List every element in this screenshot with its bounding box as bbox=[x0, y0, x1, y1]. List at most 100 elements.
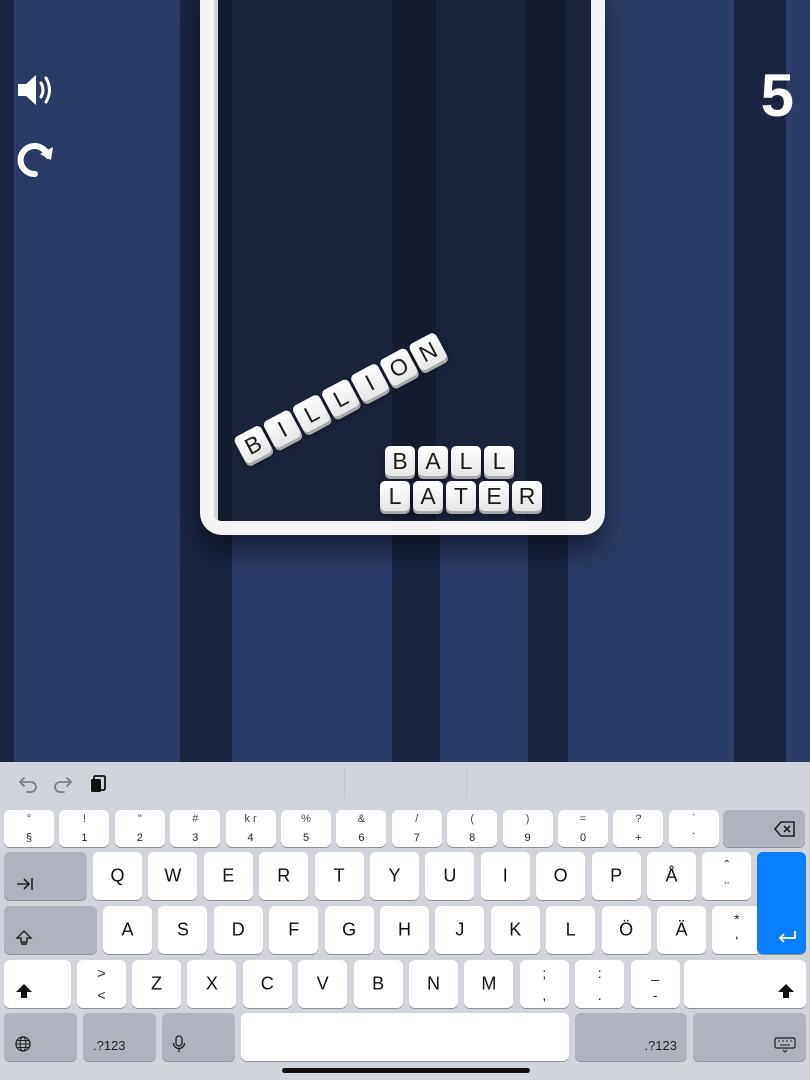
backspace-key[interactable] bbox=[723, 810, 805, 847]
key-label: I bbox=[502, 865, 508, 886]
redo-icon[interactable] bbox=[52, 772, 74, 794]
letter-key[interactable]: W bbox=[148, 852, 198, 900]
numbers-switch-label: .?123 bbox=[644, 1038, 677, 1053]
number-key[interactable]: (8 bbox=[447, 810, 498, 847]
key-label: & bbox=[357, 813, 366, 825]
key-label: J bbox=[455, 919, 465, 940]
hide-keyboard-key[interactable] bbox=[693, 1013, 806, 1061]
key-label: M bbox=[481, 973, 497, 994]
letter-key[interactable]: M bbox=[464, 960, 514, 1008]
letter-key[interactable]: G bbox=[324, 906, 374, 954]
keyboard-toolbar bbox=[0, 762, 810, 804]
key-label: 2 bbox=[136, 832, 143, 844]
key-label: B bbox=[372, 973, 385, 994]
key-label: Y bbox=[388, 865, 401, 886]
letter-key[interactable]: F bbox=[269, 906, 319, 954]
number-key[interactable]: ` ´ bbox=[668, 810, 719, 847]
key-label: Å bbox=[665, 865, 678, 886]
letter-key[interactable]: Q bbox=[93, 852, 142, 900]
clipboard-icon[interactable] bbox=[88, 772, 110, 794]
key-label: + bbox=[635, 832, 642, 844]
container-stripe bbox=[218, 0, 232, 521]
letter-key[interactable]: E bbox=[203, 852, 253, 900]
letter-key[interactable]: H bbox=[380, 906, 429, 954]
number-key[interactable]: ? + bbox=[613, 810, 664, 847]
undo-icon[interactable] bbox=[17, 772, 39, 794]
letter-key[interactable]: P bbox=[591, 852, 641, 900]
on-screen-keyboard: ° §! 1 " 2 #3 k r 4% 5 & 6/7(8) 9 = 0? + ` ´ QWERTYUIOPÅ… bbox=[0, 762, 810, 1080]
key-label: C bbox=[260, 973, 274, 994]
number-key[interactable]: " 2 bbox=[114, 810, 165, 847]
letter-key[interactable]: L bbox=[546, 906, 596, 954]
shift-lock-key[interactable] bbox=[4, 906, 97, 954]
key-label: P bbox=[610, 865, 623, 886]
number-key[interactable]: ) 9 bbox=[502, 810, 553, 847]
letter-key[interactable]: U bbox=[425, 852, 475, 900]
number-key[interactable]: ! 1 bbox=[59, 810, 110, 847]
letter-key[interactable]: > < bbox=[77, 960, 126, 1008]
space-key[interactable] bbox=[241, 1013, 569, 1061]
letter-key[interactable]: D bbox=[213, 906, 263, 954]
letter-key[interactable]: Z bbox=[132, 960, 181, 1008]
letter-key[interactable]: O bbox=[536, 852, 586, 900]
number-key[interactable]: = 0 bbox=[558, 810, 608, 847]
letter-key[interactable]: S bbox=[158, 906, 208, 954]
restart-button[interactable] bbox=[13, 136, 57, 180]
letter-tile: A bbox=[413, 481, 443, 511]
letter-key[interactable]: T bbox=[314, 852, 364, 900]
key-label: A bbox=[121, 919, 134, 940]
number-key[interactable]: ° § bbox=[4, 810, 54, 847]
globe-key[interactable] bbox=[4, 1013, 77, 1061]
key-label: Ö bbox=[619, 919, 634, 940]
letter-key[interactable]: Å bbox=[647, 852, 696, 900]
letter-key[interactable]: ;, bbox=[519, 960, 569, 1008]
numbers-switch-right[interactable]: .?123 bbox=[575, 1013, 687, 1061]
key-label: ! bbox=[82, 813, 86, 825]
letter-key[interactable]: X bbox=[187, 960, 237, 1008]
letter-key[interactable]: Y bbox=[370, 852, 419, 900]
return-key[interactable] bbox=[757, 852, 806, 954]
letter-key[interactable]: Ä bbox=[657, 906, 706, 954]
key-label: O bbox=[553, 865, 568, 886]
key-label: T bbox=[333, 865, 345, 886]
number-key[interactable]: k r 4 bbox=[225, 810, 276, 847]
letter-key[interactable]: J bbox=[435, 906, 485, 954]
number-key[interactable]: % 5 bbox=[281, 810, 331, 847]
key-label: 9 bbox=[524, 832, 531, 844]
shift-right-key[interactable] bbox=[684, 960, 806, 1008]
key-label: % bbox=[301, 813, 311, 825]
number-key[interactable]: /7 bbox=[391, 810, 442, 847]
numbers-switch-left[interactable]: .?123 bbox=[83, 1013, 156, 1061]
letter-key[interactable]: * ' bbox=[712, 906, 762, 954]
key-label: 1 bbox=[81, 832, 88, 844]
shift-left-key[interactable] bbox=[4, 960, 71, 1008]
dictation-key[interactable] bbox=[162, 1013, 235, 1061]
letter-key[interactable]: Ö bbox=[601, 906, 651, 954]
key-label: ˆ bbox=[724, 857, 730, 873]
letter-tile: B bbox=[385, 446, 415, 476]
key-label: ° bbox=[26, 813, 32, 825]
number-key[interactable]: #3 bbox=[170, 810, 221, 847]
key-label: L bbox=[565, 919, 576, 940]
letter-key[interactable]: V bbox=[298, 960, 348, 1008]
sound-button[interactable] bbox=[14, 68, 58, 112]
letter-key[interactable]: K bbox=[490, 906, 540, 954]
key-label: 5 bbox=[302, 832, 310, 844]
letter-key[interactable]: B bbox=[353, 960, 403, 1008]
letter-key[interactable]: _ - bbox=[630, 960, 680, 1008]
key-label: 0 bbox=[579, 832, 587, 844]
shift-icon bbox=[16, 984, 32, 998]
letter-key[interactable]: R bbox=[259, 852, 309, 900]
tab-icon bbox=[17, 878, 33, 890]
letter-key[interactable]: ˆ ¨ bbox=[702, 852, 752, 900]
toolbar-divider bbox=[466, 768, 467, 798]
letter-key[interactable]: A bbox=[103, 906, 152, 954]
letter-key[interactable]: I bbox=[480, 852, 530, 900]
letter-key[interactable]: :. bbox=[575, 960, 625, 1008]
number-key[interactable]: & 6 bbox=[336, 810, 387, 847]
container-stripe bbox=[526, 0, 566, 521]
letter-key[interactable]: N bbox=[409, 960, 458, 1008]
key-label: § bbox=[25, 832, 33, 844]
letter-key[interactable]: C bbox=[242, 960, 292, 1008]
tab-key[interactable] bbox=[4, 852, 87, 900]
